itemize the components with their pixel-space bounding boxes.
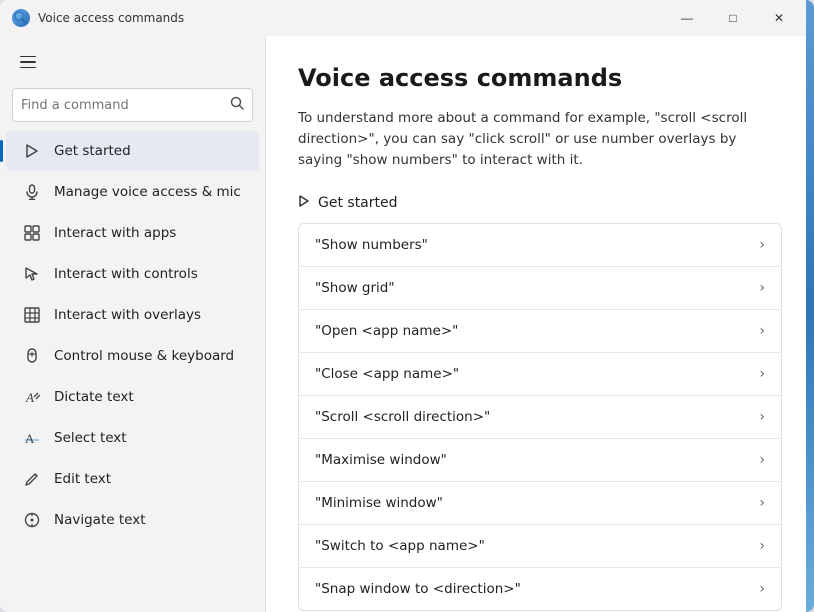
chevron-right-icon-2: › — [759, 323, 765, 339]
command-label-6: "Minimise window" — [315, 495, 443, 511]
sidebar-item-select-text[interactable]: A Select text — [6, 418, 259, 458]
navigate-icon — [22, 510, 42, 530]
nav-label-edit-text: Edit text — [54, 471, 111, 487]
nav-label-interact-overlays: Interact with overlays — [54, 307, 201, 323]
nav-label-select-text: Select text — [54, 430, 127, 446]
sidebar-item-interact-apps[interactable]: Interact with apps — [6, 213, 259, 253]
nav-label-control-mouse: Control mouse & keyboard — [54, 348, 234, 364]
grid-icon — [22, 223, 42, 243]
sidebar: Get started Manage voice access & mic — [0, 36, 265, 612]
search-icon — [230, 96, 244, 114]
chevron-right-icon-4: › — [759, 409, 765, 425]
content-area: Voice access commands To understand more… — [265, 36, 814, 612]
chevron-right-icon-0: › — [759, 237, 765, 253]
command-label-5: "Maximise window" — [315, 452, 447, 468]
maximize-button[interactable]: □ — [710, 2, 756, 34]
search-box — [12, 88, 253, 122]
command-item-7[interactable]: "Switch to <app name>" › — [299, 525, 781, 568]
sidebar-item-navigate-text[interactable]: Navigate text — [6, 500, 259, 540]
section-header: Get started — [298, 195, 782, 211]
window-controls: — □ ✕ — [664, 2, 802, 34]
section-play-icon — [298, 195, 310, 211]
chevron-right-icon-6: › — [759, 495, 765, 511]
command-item-5[interactable]: "Maximise window" › — [299, 439, 781, 482]
nav-items: Get started Manage voice access & mic — [0, 130, 265, 612]
select-text-icon: A — [22, 428, 42, 448]
command-item-1[interactable]: "Show grid" › — [299, 267, 781, 310]
section-title: Get started — [318, 195, 398, 211]
right-accent — [806, 0, 814, 612]
command-label-1: "Show grid" — [315, 280, 395, 296]
sidebar-item-interact-overlays[interactable]: Interact with overlays — [6, 295, 259, 335]
nav-label-dictate-text: Dictate text — [54, 389, 134, 405]
command-item-6[interactable]: "Minimise window" › — [299, 482, 781, 525]
cursor-icon — [22, 264, 42, 284]
close-button[interactable]: ✕ — [756, 2, 802, 34]
nav-label-get-started: Get started — [54, 143, 131, 159]
page-title: Voice access commands — [298, 64, 782, 92]
command-item-0[interactable]: "Show numbers" › — [299, 224, 781, 267]
chevron-right-icon-3: › — [759, 366, 765, 382]
sidebar-item-manage-voice[interactable]: Manage voice access & mic — [6, 172, 259, 212]
sidebar-item-dictate-text[interactable]: A Dictate text — [6, 377, 259, 417]
nav-label-manage-voice: Manage voice access & mic — [54, 184, 241, 200]
nav-label-navigate-text: Navigate text — [54, 512, 146, 528]
svg-text:A: A — [25, 390, 34, 405]
command-label-4: "Scroll <scroll direction>" — [315, 409, 490, 425]
sidebar-item-get-started[interactable]: Get started — [6, 131, 259, 171]
edit-icon — [22, 469, 42, 489]
nav-label-interact-apps: Interact with apps — [54, 225, 176, 241]
mouse-icon — [22, 346, 42, 366]
search-input[interactable] — [21, 98, 230, 113]
app-window: Voice access commands — □ ✕ — [0, 0, 814, 612]
titlebar: Voice access commands — □ ✕ — [0, 0, 814, 36]
content-description: To understand more about a command for e… — [298, 108, 778, 171]
chevron-right-icon-8: › — [759, 581, 765, 597]
chevron-right-icon-7: › — [759, 538, 765, 554]
hamburger-icon — [20, 56, 36, 69]
command-item-2[interactable]: "Open <app name>" › — [299, 310, 781, 353]
chevron-right-icon-1: › — [759, 280, 765, 296]
minimize-button[interactable]: — — [664, 2, 710, 34]
mic-icon — [22, 182, 42, 202]
sidebar-item-edit-text[interactable]: Edit text — [6, 459, 259, 499]
command-label-8: "Snap window to <direction>" — [315, 581, 521, 597]
window-title: Voice access commands — [38, 11, 664, 25]
sidebar-item-interact-controls[interactable]: Interact with controls — [6, 254, 259, 294]
main-content: Get started Manage voice access & mic — [0, 36, 814, 612]
command-list: "Show numbers" › "Show grid" › "Open <ap… — [298, 223, 782, 611]
svg-text:A: A — [25, 431, 35, 446]
nav-label-interact-controls: Interact with controls — [54, 266, 198, 282]
command-item-8[interactable]: "Snap window to <direction>" › — [299, 568, 781, 610]
app-icon — [12, 9, 30, 27]
command-label-2: "Open <app name>" — [315, 323, 458, 339]
dictate-icon: A — [22, 387, 42, 407]
command-label-0: "Show numbers" — [315, 237, 428, 253]
command-label-3: "Close <app name>" — [315, 366, 459, 382]
hamburger-button[interactable] — [8, 44, 48, 80]
command-item-4[interactable]: "Scroll <scroll direction>" › — [299, 396, 781, 439]
sidebar-item-control-mouse[interactable]: Control mouse & keyboard — [6, 336, 259, 376]
chevron-right-icon-5: › — [759, 452, 765, 468]
command-item-3[interactable]: "Close <app name>" › — [299, 353, 781, 396]
triangle-icon — [22, 141, 42, 161]
command-label-7: "Switch to <app name>" — [315, 538, 485, 554]
grid-overlay-icon — [22, 305, 42, 325]
